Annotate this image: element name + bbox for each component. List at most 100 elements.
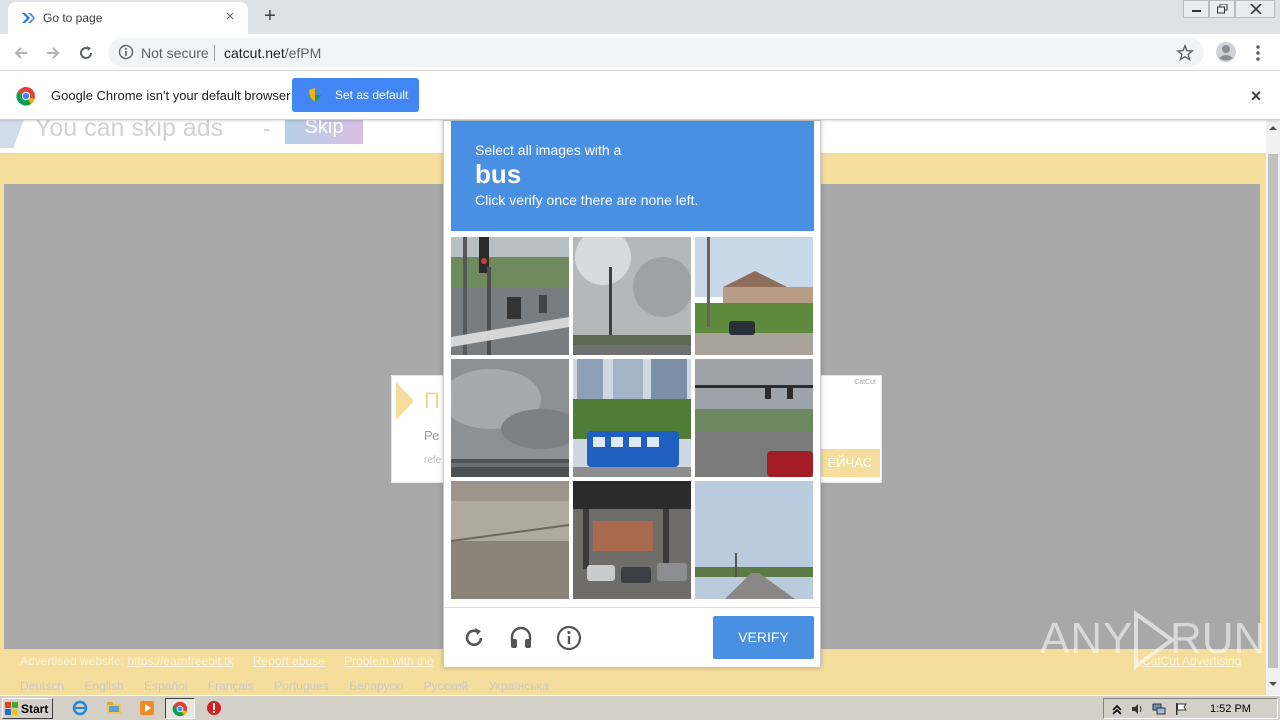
watermark-text-right: RUN (1170, 614, 1266, 663)
skip-ads-text: You can skip ads (35, 120, 224, 142)
new-tab-button[interactable]: + (258, 5, 282, 29)
ad-title: П (424, 388, 440, 413)
reload-challenge-icon[interactable] (459, 623, 489, 653)
captcha-tile-1[interactable] (451, 237, 569, 355)
shield-icon (309, 88, 321, 102)
captcha-tile-6[interactable] (695, 359, 813, 477)
url-path: /efPM (284, 45, 322, 61)
lang-link[interactable]: Беларускі (349, 679, 403, 693)
captcha-tile-5[interactable] (573, 359, 691, 477)
captcha-tile-2[interactable] (573, 237, 691, 355)
tile-image-traffic-light (451, 237, 569, 355)
captcha-tile-9[interactable] (695, 481, 813, 599)
scroll-down-arrow-icon[interactable] (1269, 682, 1277, 686)
set-as-default-label: Set as default (335, 88, 409, 102)
page-scrollbar[interactable] (1266, 120, 1280, 695)
lang-link[interactable]: Portugues (274, 679, 329, 693)
audio-challenge-icon[interactable] (506, 623, 536, 653)
security-label: Not secure (141, 45, 209, 61)
captcha-tile-3[interactable] (695, 237, 813, 355)
anyrun-watermark: ANY RUN (1040, 606, 1265, 670)
security-alert-icon[interactable] (206, 700, 222, 716)
url-text[interactable]: catcut.net/efPM (224, 45, 321, 61)
back-button[interactable] (8, 40, 34, 66)
windows-taskbar: Start 1:52 PM (0, 695, 1280, 720)
more-menu-icon[interactable] (1250, 43, 1266, 63)
problem-link[interactable]: Problem with the (344, 654, 433, 668)
bookmark-star-icon[interactable] (1176, 44, 1194, 62)
internet-explorer-icon[interactable] (72, 700, 88, 716)
taskbar-chrome-button[interactable] (165, 698, 195, 719)
advertised-link[interactable]: https://earnfreebit.tk (127, 654, 233, 668)
advertised-label: Advertised website: (20, 654, 125, 668)
close-window-button[interactable] (1235, 0, 1275, 18)
browser-toolbar: Not secure catcut.net/efPM (0, 34, 1280, 71)
media-player-icon[interactable] (139, 700, 155, 716)
captcha-instruction-secondary: Click verify once there are none left. (475, 192, 699, 208)
back-arrow-icon (14, 47, 27, 59)
skip-arrow-decoration (0, 120, 27, 148)
captcha-tile-4[interactable] (451, 359, 569, 477)
address-bar[interactable]: Not secure catcut.net/efPM (108, 38, 1204, 67)
forward-button[interactable] (40, 40, 66, 66)
ad-text-line: Ре (424, 428, 440, 443)
ad-cta-button[interactable]: ЕЙЧАС (816, 449, 880, 477)
reload-icon (80, 46, 92, 59)
default-browser-infobar: Google Chrome isn't your default browser… (0, 72, 1280, 120)
lang-link[interactable]: Français (208, 679, 254, 693)
tile-image-blue-trolley-bus (573, 359, 691, 477)
restore-button[interactable] (1209, 0, 1235, 18)
skip-ads-dash: - (263, 120, 271, 141)
set-as-default-button[interactable]: Set as default (292, 78, 419, 112)
scroll-thumb[interactable] (1268, 154, 1278, 668)
tile-image-open-road (695, 481, 813, 599)
verify-button[interactable]: VERIFY (713, 616, 814, 659)
tile-image-sky-pole (573, 237, 691, 355)
tile-image-suburban-street (695, 237, 813, 355)
file-explorer-icon[interactable] (106, 700, 122, 716)
recaptcha-challenge: Select all images with a bus Click verif… (443, 120, 821, 668)
tab-close-icon[interactable]: × (220, 7, 240, 27)
lang-link[interactable]: English (84, 679, 123, 693)
tile-image-parking-overpass (573, 481, 691, 599)
captcha-tile-7[interactable] (451, 481, 569, 599)
footer-links: Advertised website: https://earnfreebit.… (20, 654, 434, 668)
volume-icon[interactable] (1130, 702, 1144, 716)
report-abuse-link[interactable]: Report abuse (253, 654, 325, 668)
ad-ref-line: refe (424, 455, 442, 466)
captcha-header: Select all images with a bus Click verif… (451, 121, 814, 231)
minimize-icon (1192, 10, 1201, 12)
captcha-tile-8[interactable] (573, 481, 691, 599)
close-icon (1250, 4, 1262, 14)
help-info-icon[interactable] (554, 623, 584, 653)
windows-logo-icon (5, 702, 18, 715)
skip-button[interactable]: Skip (285, 120, 363, 144)
lang-link[interactable]: Español (144, 679, 187, 693)
lang-link[interactable]: Русский (424, 679, 469, 693)
tile-image-concrete-wall (451, 481, 569, 599)
infobar-close-icon[interactable]: × (1246, 86, 1266, 106)
lang-link[interactable]: Deutsch (20, 679, 64, 693)
network-icon[interactable] (1152, 702, 1166, 716)
minimize-button[interactable] (1183, 0, 1209, 18)
reload-button[interactable] (73, 40, 99, 66)
captcha-footer-divider (444, 607, 820, 608)
taskbar-clock: 1:52 PM (1210, 703, 1251, 715)
ad-chevron-icon (396, 382, 414, 420)
address-separator (214, 45, 215, 61)
tab-title: Go to page (43, 11, 103, 25)
scroll-up-arrow-icon[interactable] (1269, 126, 1277, 130)
lang-link[interactable]: Українська (489, 679, 549, 693)
captcha-instruction: Select all images with a (475, 142, 622, 158)
tile-image-intersection-lights (695, 359, 813, 477)
system-tray: 1:52 PM (1103, 698, 1278, 719)
action-center-flag-icon[interactable] (1174, 702, 1188, 716)
start-button[interactable]: Start (2, 698, 53, 719)
tab-go-to-page[interactable]: Go to page × (8, 2, 248, 34)
info-icon[interactable] (118, 44, 134, 60)
show-hidden-icons-icon[interactable] (1110, 702, 1124, 716)
start-label: Start (21, 702, 49, 716)
watermark-text-left: ANY (1040, 614, 1134, 663)
tab-strip: Go to page × + (0, 0, 1280, 34)
profile-avatar-icon[interactable] (1214, 40, 1238, 64)
